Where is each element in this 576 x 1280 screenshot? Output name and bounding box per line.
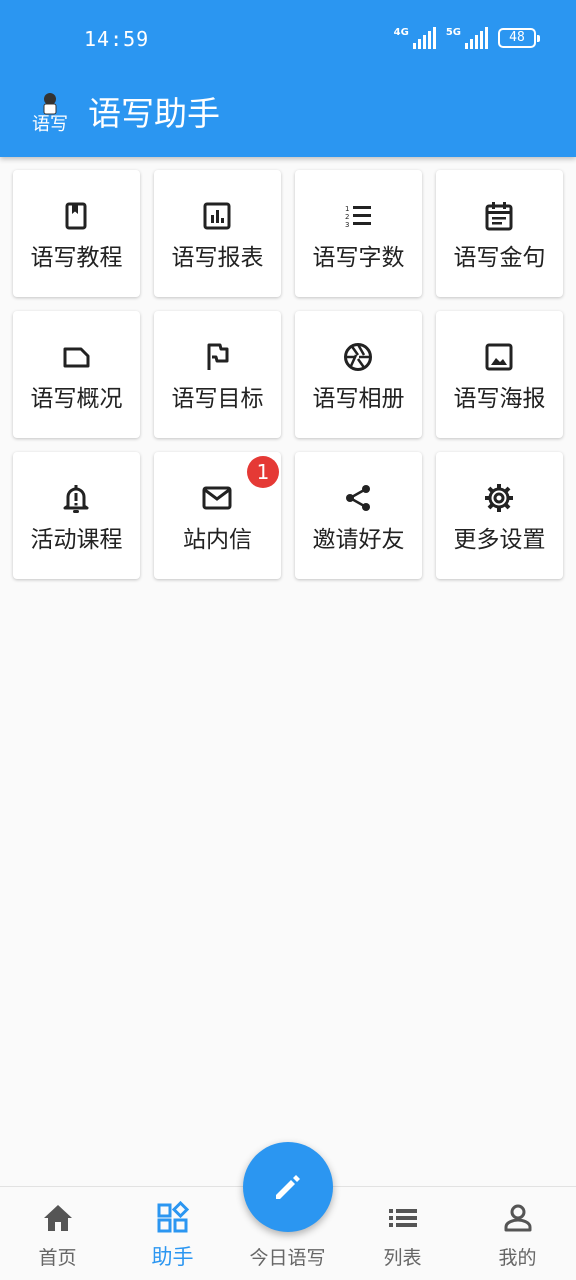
tile-tutorial[interactable]: 语写教程 [13, 170, 140, 297]
calendar-note-icon [483, 200, 515, 232]
tile-inbox[interactable]: 站内信 1 [154, 452, 281, 579]
tile-label: 语写教程 [30, 245, 123, 271]
nav-label: 首页 [38, 1247, 77, 1269]
nav-label: 今日语写 [249, 1247, 326, 1269]
tile-label: 更多设置 [453, 527, 546, 553]
nav-label: 助手 [151, 1245, 194, 1269]
app-title: 语写助手 [88, 94, 220, 133]
tile-label: 语写金句 [453, 245, 546, 271]
tile-label: 语写字数 [312, 245, 405, 271]
write-today-fab[interactable] [243, 1142, 333, 1232]
app-bar: 14:59 4G 5G 48 语写 语写助手 [0, 0, 576, 157]
tile-label: 语写报表 [171, 245, 264, 271]
gear-icon [483, 482, 515, 514]
svg-text:2: 2 [345, 213, 349, 221]
camera-shutter-icon [342, 341, 374, 373]
nav-home[interactable]: 首页 [0, 1187, 115, 1280]
signal-5g-icon: 5G [446, 27, 488, 49]
tile-courses[interactable]: 活动课程 [13, 452, 140, 579]
status-time: 14:59 [84, 27, 150, 51]
nav-assistant[interactable]: 助手 [115, 1187, 230, 1280]
person-icon [501, 1201, 535, 1235]
tile-invite[interactable]: 邀请好友 [295, 452, 422, 579]
bell-alert-icon [60, 482, 92, 514]
tile-overview[interactable]: 语写概况 [13, 311, 140, 438]
unread-badge: 1 [247, 456, 279, 488]
image-icon [483, 341, 515, 373]
status-indicators: 4G 5G 48 [394, 25, 540, 51]
svg-text:3: 3 [345, 221, 349, 229]
home-icon [41, 1201, 75, 1235]
label-tag-icon [60, 341, 92, 373]
tile-settings[interactable]: 更多设置 [436, 452, 563, 579]
tile-goal[interactable]: 语写目标 [154, 311, 281, 438]
book-icon [60, 200, 92, 232]
svg-text:语写: 语写 [32, 114, 68, 134]
tile-label: 语写相册 [312, 386, 405, 412]
tile-report[interactable]: 语写报表 [154, 170, 281, 297]
battery-icon: 48 [498, 28, 540, 48]
tile-label: 语写海报 [453, 386, 546, 412]
tile-label: 站内信 [183, 527, 252, 553]
nav-label: 我的 [498, 1247, 537, 1269]
nav-label: 列表 [383, 1247, 422, 1269]
tile-quotes[interactable]: 语写金句 [436, 170, 563, 297]
tile-word-count[interactable]: 123 语写字数 [295, 170, 422, 297]
signal-4g-icon: 4G [394, 27, 436, 49]
bar-chart-icon [201, 200, 233, 232]
tile-poster[interactable]: 语写海报 [436, 311, 563, 438]
mail-icon [201, 482, 233, 514]
tile-label: 语写概况 [30, 386, 123, 412]
status-bar: 14:59 4G 5G 48 [0, 0, 576, 80]
tile-album[interactable]: 语写相册 [295, 311, 422, 438]
tile-label: 活动课程 [30, 527, 123, 553]
tile-label: 邀请好友 [312, 527, 405, 553]
nav-list[interactable]: 列表 [345, 1187, 460, 1280]
list-icon [386, 1201, 420, 1235]
share-icon [342, 482, 374, 514]
flag-icon [201, 341, 233, 373]
numbered-list-icon: 123 [342, 200, 374, 232]
svg-text:1: 1 [345, 205, 349, 213]
widgets-icon [156, 1200, 190, 1235]
pencil-icon [276, 1175, 300, 1199]
nav-mine[interactable]: 我的 [460, 1187, 575, 1280]
app-logo: 语写 [28, 90, 72, 135]
tile-label: 语写目标 [171, 386, 264, 412]
